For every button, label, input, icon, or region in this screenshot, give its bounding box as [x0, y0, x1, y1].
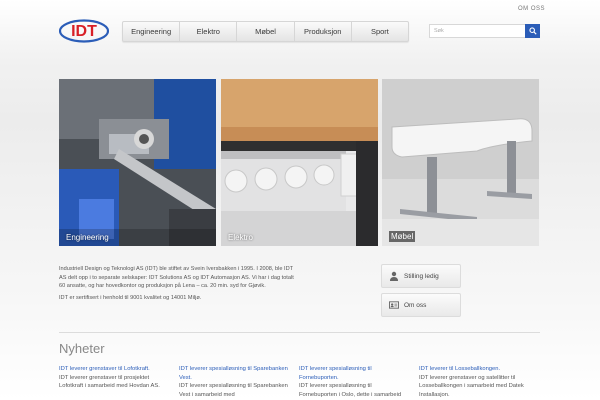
news-heading: Nyheter	[59, 341, 105, 356]
news-item-text: IDT leverer spesialløsning til Sparebank…	[179, 383, 288, 398]
id-card-icon	[389, 300, 399, 310]
tile-engineering-label: Engineering	[66, 233, 109, 242]
person-icon	[389, 271, 399, 281]
job-openings-button[interactable]: Stilling ledig	[381, 264, 461, 288]
tile-engineering[interactable]: Engineering	[59, 79, 216, 246]
news-item: IDT leverer spesialløsning til Sparebank…	[179, 365, 291, 399]
news-item: IDT leverer til Losseballkongen. IDT lev…	[419, 365, 531, 399]
news-item-headline[interactable]: IDT leverer spesialløsning til Sparebank…	[179, 365, 291, 382]
tile-mobel[interactable]: Møbel	[382, 79, 539, 246]
about-us-button[interactable]: Om oss	[381, 293, 461, 317]
news-item-headline[interactable]: IDT leverer spesialløsning til Fornebupo…	[299, 365, 411, 382]
section-divider	[59, 332, 540, 333]
engineering-photo	[59, 79, 216, 246]
news-item: IDT leverer grenstaver til Lofotkraft. I…	[59, 365, 171, 391]
svg-text:IDT: IDT	[71, 23, 97, 40]
intro-paragraph-2: IDT er sertifisert i henhold til 9001 kv…	[59, 294, 202, 301]
news-item-text: IDT leverer spesialløsning til Fornebupo…	[299, 383, 402, 398]
idt-logo-mark: IDT	[58, 19, 110, 43]
header: OM OSS IDT Engineering Elektro Møbel Pro…	[0, 0, 600, 70]
intro-paragraph-1: Industriell Design og Teknologi AS (IDT)…	[59, 266, 294, 290]
about-us-label: Om oss	[404, 301, 427, 309]
news-item-headline[interactable]: IDT leverer til Losseballkongen.	[419, 365, 531, 374]
news-item-headline[interactable]: IDT leverer grenstaver til Lofotkraft.	[59, 365, 171, 374]
nav-mobel[interactable]: Møbel	[237, 22, 295, 41]
nav-sport[interactable]: Sport	[352, 22, 408, 41]
intro-text: Industriell Design og Teknologi AS (IDT)…	[59, 265, 294, 305]
tile-mobel-label: Møbel	[389, 231, 416, 242]
tile-elektro[interactable]: Elektro	[221, 79, 378, 246]
mobel-photo	[382, 79, 539, 246]
tile-elektro-label: Elektro	[228, 233, 253, 242]
nav-produksjon[interactable]: Produksjon	[295, 22, 352, 41]
nav-elektro[interactable]: Elektro	[180, 22, 238, 41]
search-button[interactable]	[525, 24, 540, 38]
job-openings-label: Stilling ledig	[404, 272, 439, 280]
main-nav: Engineering Elektro Møbel Produksjon Spo…	[122, 21, 409, 42]
news-item-text: IDT leverer grenstaver til prosjektet Lo…	[59, 374, 160, 390]
search-icon	[528, 27, 537, 35]
elektro-photo	[221, 79, 378, 246]
news-item: IDT leverer spesialløsning til Fornebupo…	[299, 365, 411, 400]
idt-logo[interactable]: IDT	[58, 19, 110, 43]
news-item-text: IDT leverer grenstaver og satellitter ti…	[419, 374, 524, 398]
nav-engineering[interactable]: Engineering	[123, 22, 181, 41]
search-box	[429, 24, 540, 38]
search-input[interactable]	[429, 24, 525, 38]
about-link[interactable]: OM OSS	[518, 6, 545, 12]
